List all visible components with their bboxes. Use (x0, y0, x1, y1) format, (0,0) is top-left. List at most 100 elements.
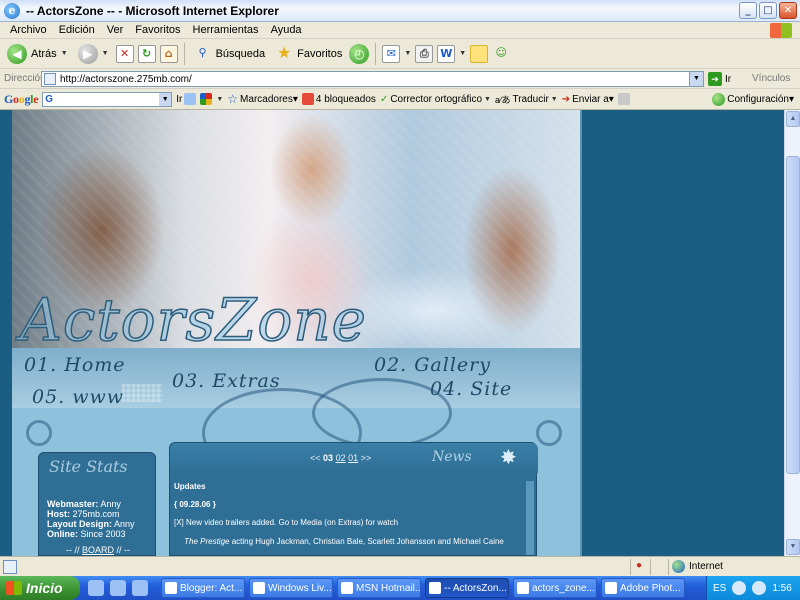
windows-live-icon (253, 582, 265, 594)
translate-button[interactable]: a⁄あ Traducir ▼ (495, 93, 558, 106)
bookmarks-button[interactable]: ☆ Marcadores▾ (227, 92, 298, 106)
scroll-thumb[interactable] (786, 156, 800, 474)
media-player-icon[interactable] (110, 580, 126, 596)
task-actors-zone-folder[interactable]: actors_zone... (513, 578, 597, 598)
google-search-input[interactable]: G ▼ (42, 91, 173, 107)
status-page-icon (3, 559, 17, 574)
go-label: Ir (725, 73, 732, 85)
page-scrollbar[interactable]: ▲ ▼ (784, 110, 800, 556)
board-link[interactable]: BOARD (82, 545, 114, 555)
nav-gallery[interactable]: 02. Gallery (374, 354, 491, 376)
spellcheck-icon: ✓ (379, 93, 389, 105)
notes-icon[interactable] (470, 44, 489, 63)
messenger-tray-icon[interactable] (752, 581, 767, 595)
pager-prev[interactable]: << (310, 453, 321, 463)
news-scrollbar[interactable] (526, 481, 534, 555)
page-viewport[interactable]: ActorsZone 01. Home 02. Gallery 03. Extr… (0, 110, 784, 556)
grid-decoration (122, 384, 162, 402)
back-button[interactable]: ◀ Atrás ▼ (4, 41, 71, 67)
spellcheck-button[interactable]: ✓ Corrector ortográfico ▼ (380, 94, 491, 105)
send-arrow-icon: ➔ (561, 93, 571, 105)
back-dropdown-icon[interactable]: ▼ (61, 50, 68, 57)
google-settings-button[interactable]: Configuración▾ (712, 92, 794, 106)
ie-task-icon (429, 582, 441, 594)
minimize-button[interactable]: _ (739, 2, 757, 19)
task-adobe-photoshop[interactable]: Adobe Phot... (601, 578, 685, 598)
forward-button[interactable]: ▶ ▼ (75, 41, 112, 67)
scroll-down-icon[interactable]: ▼ (786, 539, 800, 555)
status-bar: ● Internet (0, 556, 800, 576)
blogger-icon (165, 582, 177, 594)
back-label: Atrás (31, 47, 57, 60)
task-blogger[interactable]: Blogger: Act... (161, 578, 245, 598)
task-msn-hotmail[interactable]: MSN Hotmail... (337, 578, 421, 598)
quick-launch (88, 580, 148, 596)
address-label: Dirección (4, 73, 46, 84)
maximize-button[interactable]: □ (759, 2, 777, 19)
messenger-icon[interactable]: ☺ (492, 45, 510, 63)
menu-ver[interactable]: Ver (101, 24, 130, 36)
favorites-label: Favoritos (297, 47, 343, 60)
google-logo[interactable]: Google (4, 92, 39, 107)
news-content: Updates { 09.28.06 } [X] New video trail… (174, 481, 514, 547)
menu-ayuda[interactable]: Ayuda (265, 24, 308, 36)
circle-ornament (26, 420, 52, 446)
back-arrow-icon: ◀ (7, 43, 27, 64)
task-actorszone[interactable]: -- ActorsZon... (425, 578, 509, 598)
task-list: Blogger: Act... Windows Liv... MSN Hotma… (161, 578, 685, 598)
mail-dropdown-icon[interactable]: ▼ (404, 50, 411, 57)
highlighter-icon[interactable] (617, 93, 630, 105)
history-icon[interactable]: ◴ (349, 43, 370, 64)
address-dropdown-icon[interactable]: ▼ (689, 72, 703, 86)
scroll-up-icon[interactable]: ▲ (786, 111, 800, 127)
close-button[interactable]: ✕ (779, 2, 797, 19)
toolbar-separator (375, 42, 377, 65)
edit-word-icon[interactable]: W (437, 44, 456, 63)
mail-icon[interactable]: ✉ (382, 44, 401, 63)
google-search-dropdown-icon[interactable]: ▼ (159, 92, 172, 106)
start-button[interactable]: Inicio (0, 576, 80, 600)
title-bar: e -- ActorsZone -- - Microsoft Internet … (0, 0, 800, 22)
ie-quicklaunch-icon[interactable] (132, 580, 148, 596)
search-icon: ⚲ (198, 45, 207, 59)
stats-row: Online: Since 2003 (47, 529, 126, 539)
task-windows-live[interactable]: Windows Liv... (249, 578, 333, 598)
nav-www[interactable]: 05. www (32, 386, 124, 408)
menu-edicion[interactable]: Edición (53, 24, 101, 36)
google-go-button[interactable]: Ir (176, 93, 197, 105)
news-date: { 09.28.06 } (174, 500, 216, 509)
internet-globe-icon (672, 560, 685, 573)
nav-home[interactable]: 01. Home (24, 354, 126, 376)
news-panel: << 03 02 01 >> News ✸ Updates { 09.28.06… (169, 442, 538, 556)
send-to-button[interactable]: ➔ Enviar a▾ (562, 94, 614, 105)
go-button[interactable]: ➔ Ir (708, 72, 731, 86)
go-arrow-icon: ➔ (708, 72, 722, 86)
edit-dropdown-icon[interactable]: ▼ (459, 50, 466, 57)
system-tray: ES 1:56 (706, 576, 800, 600)
tray-icon[interactable] (732, 581, 747, 595)
forward-dropdown-icon[interactable]: ▼ (102, 50, 109, 57)
address-input[interactable]: http://actorszone.275mb.com/ ▼ (41, 71, 704, 87)
pager-page-02[interactable]: 02 (336, 453, 346, 463)
pager-next[interactable]: >> (361, 453, 372, 463)
pagerank-icon[interactable] (200, 93, 213, 105)
pager-page-01[interactable]: 01 (348, 453, 358, 463)
search-button[interactable]: ⚲ Búsqueda (191, 41, 269, 67)
show-desktop-icon[interactable] (88, 580, 104, 596)
stop-icon[interactable]: ✕ (115, 44, 134, 63)
menu-archivo[interactable]: Archivo (4, 24, 53, 36)
menu-herramientas[interactable]: Herramientas (187, 24, 265, 36)
menu-favoritos[interactable]: Favoritos (129, 24, 186, 36)
clock: 1:56 (772, 582, 792, 594)
favorites-button[interactable]: ★ Favoritos (272, 41, 345, 67)
refresh-icon[interactable]: ↻ (137, 44, 156, 63)
links-label[interactable]: Vínculos (752, 73, 790, 84)
print-icon[interactable]: ⎙ (415, 44, 434, 63)
page-icon (44, 73, 56, 85)
popup-status-icon[interactable]: ● (636, 560, 642, 571)
popup-blocker-button[interactable]: 4 bloqueados (301, 93, 376, 105)
home-icon[interactable]: ⌂ (159, 44, 178, 63)
circle-ornament (536, 420, 562, 446)
language-indicator[interactable]: ES (713, 583, 726, 594)
pagerank-dropdown-icon[interactable]: ▼ (216, 96, 223, 103)
